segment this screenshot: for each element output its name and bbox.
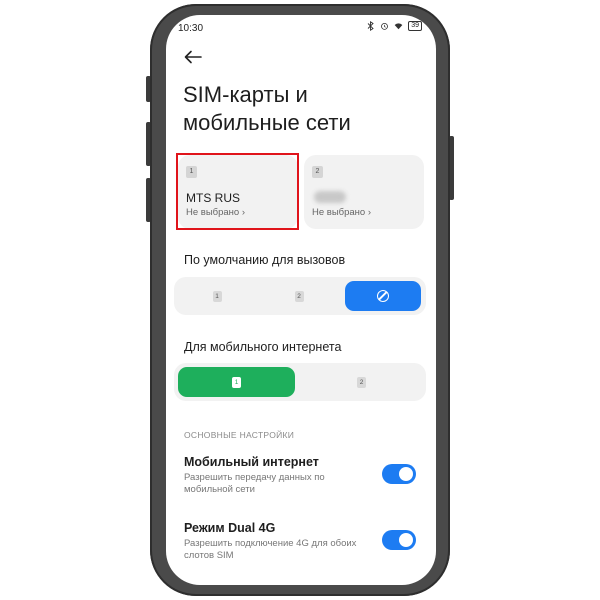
- mobile-data-option-sim-2[interactable]: 2: [301, 367, 422, 397]
- sim-slot-badge: 2: [312, 166, 323, 178]
- sim-card-1[interactable]: 1 MTS RUS Не выбрано ›: [178, 155, 298, 229]
- sim-slot-badge: 1: [186, 166, 197, 178]
- calls-option-sim-2[interactable]: 2: [260, 281, 338, 311]
- settings-group-header: ОСНОВНЫЕ НАСТРОЙКИ: [184, 430, 295, 440]
- bluetooth-icon: [367, 21, 374, 31]
- mobile-data-label: Для мобильного интернета: [184, 340, 342, 354]
- wifi-icon: [394, 23, 403, 30]
- arrow-left-icon[interactable]: [183, 49, 203, 65]
- ban-icon: [377, 290, 389, 302]
- calls-default-selector: 1 2: [174, 277, 426, 315]
- sim-status: Не выбрано ›: [312, 207, 372, 218]
- sim-name: MTS RUS: [186, 191, 240, 205]
- sim-1-icon: 1: [212, 290, 222, 302]
- mobile-internet-toggle[interactable]: [382, 464, 416, 484]
- status-bar: 10:30 39: [166, 15, 436, 41]
- calls-option-always-ask[interactable]: [345, 281, 421, 311]
- page-title: SIM-карты и мобильные сети: [183, 82, 351, 135]
- dual-4g-toggle[interactable]: [382, 530, 416, 550]
- status-icons: 39: [366, 21, 422, 31]
- mobile-data-selector: 1 2: [174, 363, 426, 401]
- calls-option-sim-1[interactable]: 1: [178, 281, 256, 311]
- setting-description: Разрешить подключение 4G для обоих слото…: [184, 538, 357, 561]
- status-time: 10:30: [178, 23, 204, 34]
- calls-default-label: По умолчанию для вызовов: [184, 253, 346, 267]
- alarm-icon: [381, 22, 389, 30]
- sim-2-icon: 2: [357, 376, 366, 388]
- sim-name-blurred: [314, 191, 346, 203]
- sim-2-icon: 2: [294, 290, 304, 302]
- mobile-data-option-sim-1[interactable]: 1: [178, 367, 295, 397]
- battery-icon: 39: [408, 21, 422, 31]
- sim-1-icon: 1: [232, 376, 241, 388]
- setting-description: Разрешить передачу данных по мобильной с…: [184, 472, 325, 495]
- phone-screen: 10:30 39 SIM-карты и мобильные сети 1 MT…: [166, 15, 436, 585]
- sim-status: Не выбрано ›: [186, 207, 246, 218]
- sim-card-2[interactable]: 2 Не выбрано ›: [304, 155, 424, 229]
